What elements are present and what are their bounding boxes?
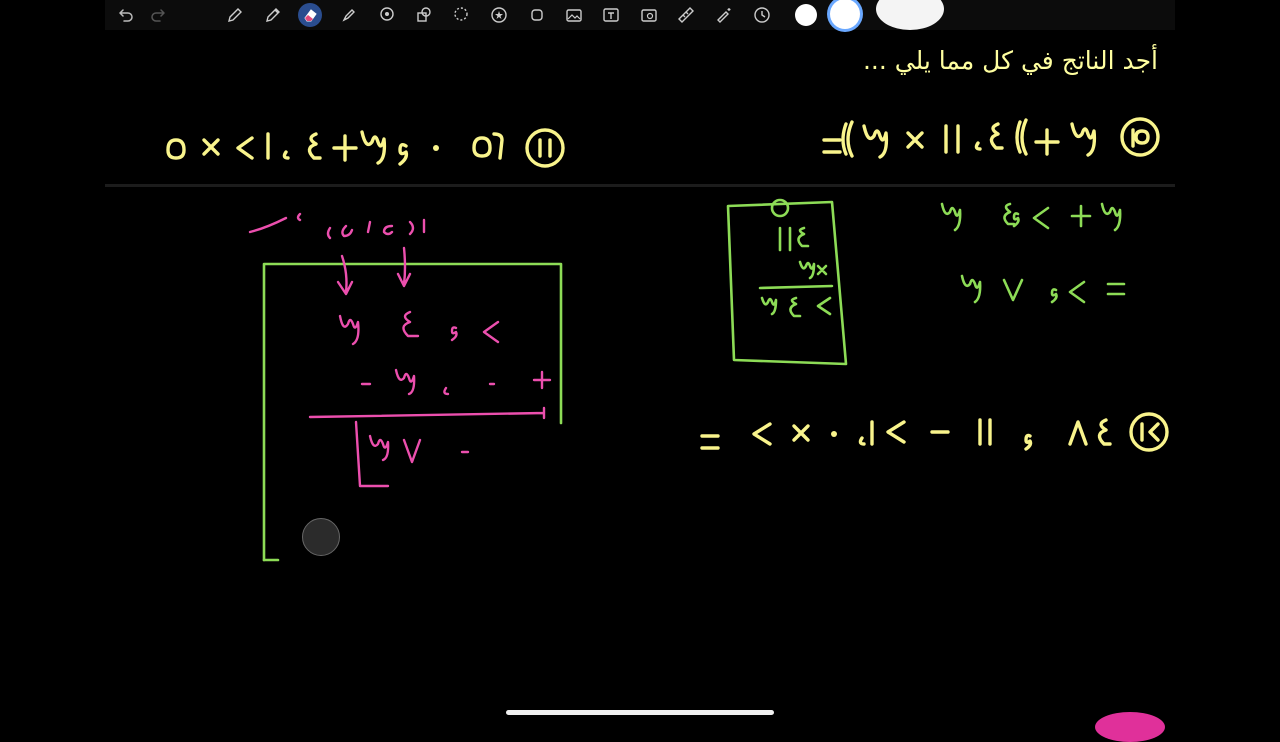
corner-overlay (1095, 712, 1165, 742)
pointer-cursor (302, 518, 340, 556)
problem-10-number-circle (1120, 117, 1160, 157)
column-addition-working (248, 212, 563, 562)
problem-11-number-circle (525, 128, 565, 168)
working-box (726, 200, 848, 366)
problem-10 (822, 117, 1160, 159)
place-value-label (248, 212, 426, 240)
problem-11 (166, 128, 565, 168)
multiplication-working (726, 198, 848, 366)
ink-canvas[interactable] (0, 0, 1280, 720)
place-value-box (262, 262, 563, 562)
home-indicator[interactable] (506, 710, 774, 715)
problem-12 (700, 412, 1169, 452)
problem-10-rewrite (940, 202, 1126, 304)
